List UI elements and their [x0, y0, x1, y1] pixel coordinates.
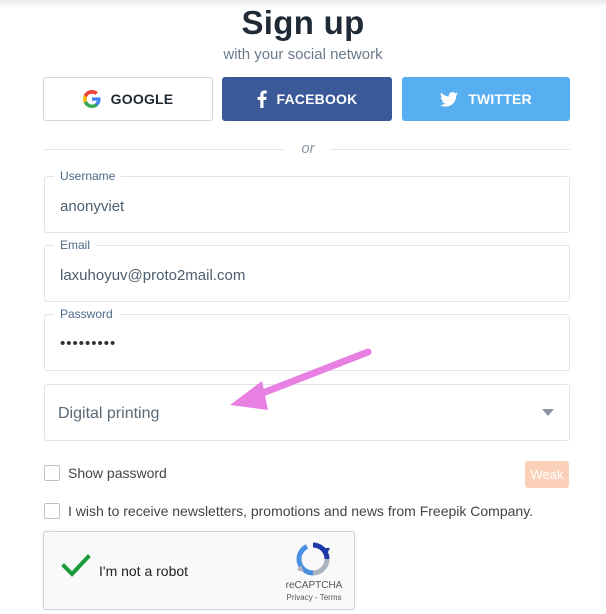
show-password-checkbox[interactable]	[44, 465, 60, 481]
twitter-label: TWITTER	[468, 91, 532, 107]
page-title: Sign up	[241, 4, 365, 41]
google-g-icon	[82, 90, 101, 108]
facebook-signup-button[interactable]: FACEBOOK	[222, 77, 392, 121]
username-label: Username	[54, 169, 122, 183]
show-password-row: Show password	[44, 465, 167, 481]
google-signup-button[interactable]: GOOGLE	[43, 77, 213, 121]
google-label: GOOGLE	[110, 91, 174, 107]
username-field[interactable]: Username anonyviet	[44, 169, 570, 233]
password-strength-badge: Weak	[525, 461, 569, 488]
recaptcha-widget: I'm not a robot reCAPTCHA Privacy - Term…	[43, 531, 355, 610]
username-value: anonyviet	[60, 198, 125, 215]
newsletter-checkbox[interactable]	[44, 503, 60, 519]
newsletter-row: I wish to receive newsletters, promotion…	[44, 503, 533, 519]
facebook-label: FACEBOOK	[276, 91, 358, 107]
email-label: Email	[54, 238, 97, 252]
checkmark-icon[interactable]	[61, 554, 91, 583]
recaptcha-logo-icon	[296, 542, 330, 581]
twitter-bird-icon	[440, 91, 459, 107]
chevron-down-icon	[542, 409, 554, 416]
email-value: laxuhoyuv@proto2mail.com	[60, 267, 246, 284]
password-label: Password	[54, 307, 119, 321]
not-robot-label: I'm not a robot	[99, 563, 189, 579]
occupation-select[interactable]: Digital printing	[44, 384, 570, 441]
show-password-label: Show password	[68, 465, 167, 481]
recaptcha-brand: reCAPTCHA	[285, 580, 343, 591]
occupation-value: Digital printing	[58, 405, 160, 422]
email-field[interactable]: Email laxuhoyuv@proto2mail.com	[44, 238, 570, 302]
password-field[interactable]: Password •••••••••	[44, 307, 570, 371]
divider-line-left	[44, 149, 284, 150]
facebook-f-icon	[257, 90, 267, 108]
divider-text: or	[301, 140, 315, 157]
twitter-signup-button[interactable]: TWITTER	[402, 77, 570, 121]
newsletter-label: I wish to receive newsletters, promotion…	[68, 503, 534, 519]
password-value: •••••••••	[60, 335, 117, 352]
page-subtitle: with your social network	[223, 46, 383, 63]
divider-line-right	[330, 149, 570, 150]
recaptcha-terms-link[interactable]: Privacy - Terms	[270, 593, 358, 602]
